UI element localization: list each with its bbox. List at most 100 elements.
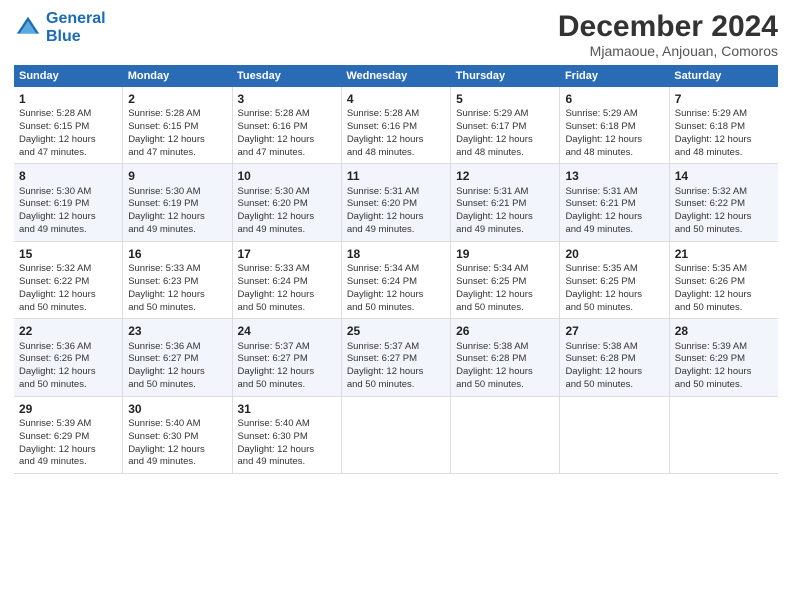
cell-info: Sunrise: 5:30 AM Sunset: 6:19 PM Dayligh… — [128, 186, 205, 235]
calendar-cell: 31Sunrise: 5:40 AM Sunset: 6:30 PM Dayli… — [232, 396, 341, 473]
day-number: 9 — [128, 168, 226, 184]
day-number: 15 — [19, 246, 117, 262]
calendar-cell: 8 Sunrise: 5:30 AM Sunset: 6:19 PM Daylig… — [14, 164, 123, 241]
day-number: 30 — [128, 401, 226, 417]
calendar-cell: 28 Sunrise: 5:39 AM Sunset: 6:29 PM Dayli… — [669, 319, 778, 396]
cell-info: Sunrise: 5:29 AM Sunset: 6:17 PM Dayligh… — [456, 108, 533, 157]
day-number: 24 — [238, 323, 336, 339]
cell-info: Sunrise: 5:35 AM Sunset: 6:25 PM Dayligh… — [565, 263, 642, 312]
cell-info: Sunrise: 5:29 AM Sunset: 6:18 PM Dayligh… — [565, 108, 642, 157]
day-number: 17 — [238, 246, 336, 262]
day-number: 28 — [675, 323, 773, 339]
logo-icon — [14, 14, 42, 42]
day-number: 12 — [456, 168, 554, 184]
week-row-2: 8 Sunrise: 5:30 AM Sunset: 6:19 PM Daylig… — [14, 164, 778, 241]
calendar-cell: 10 Sunrise: 5:30 AM Sunset: 6:20 PM Dayli… — [232, 164, 341, 241]
col-header-saturday: Saturday — [669, 65, 778, 87]
cell-info: Sunrise: 5:31 AM Sunset: 6:20 PM Dayligh… — [347, 186, 424, 235]
header: General Blue December 2024 Mjamaoue, Anj… — [14, 10, 778, 59]
day-number: 10 — [238, 168, 336, 184]
calendar-cell: 27 Sunrise: 5:38 AM Sunset: 6:28 PM Dayli… — [560, 319, 669, 396]
week-row-3: 15Sunrise: 5:32 AM Sunset: 6:22 PM Dayli… — [14, 241, 778, 318]
calendar-cell: 1Sunrise: 5:28 AM Sunset: 6:15 PM Daylig… — [14, 87, 123, 164]
cell-info: Sunrise: 5:38 AM Sunset: 6:28 PM Dayligh… — [456, 341, 533, 390]
calendar-cell — [560, 396, 669, 473]
day-number: 19 — [456, 246, 554, 262]
logo-line1: General — [46, 10, 106, 27]
calendar-cell: 14 Sunrise: 5:32 AM Sunset: 6:22 PM Dayli… — [669, 164, 778, 241]
day-number: 1 — [19, 91, 117, 107]
cell-info: Sunrise: 5:33 AM Sunset: 6:23 PM Dayligh… — [128, 263, 205, 312]
day-number: 22 — [19, 323, 117, 339]
cell-info: Sunrise: 5:28 AM Sunset: 6:16 PM Dayligh… — [238, 108, 315, 157]
calendar-cell — [341, 396, 450, 473]
cell-info: Sunrise: 5:28 AM Sunset: 6:15 PM Dayligh… — [128, 108, 205, 157]
calendar-cell: 2Sunrise: 5:28 AM Sunset: 6:15 PM Daylig… — [123, 87, 232, 164]
cell-info: Sunrise: 5:28 AM Sunset: 6:15 PM Dayligh… — [19, 108, 96, 157]
day-number: 25 — [347, 323, 445, 339]
cell-info: Sunrise: 5:31 AM Sunset: 6:21 PM Dayligh… — [565, 186, 642, 235]
calendar-cell — [669, 396, 778, 473]
calendar-cell: 6Sunrise: 5:29 AM Sunset: 6:18 PM Daylig… — [560, 87, 669, 164]
calendar-cell: 7Sunrise: 5:29 AM Sunset: 6:18 PM Daylig… — [669, 87, 778, 164]
day-number: 27 — [565, 323, 663, 339]
calendar-cell: 24 Sunrise: 5:37 AM Sunset: 6:27 PM Dayli… — [232, 319, 341, 396]
day-number: 11 — [347, 168, 445, 184]
day-number: 4 — [347, 91, 445, 107]
day-number: 21 — [675, 246, 773, 262]
title-block: December 2024 Mjamaoue, Anjouan, Comoros — [558, 10, 778, 59]
week-row-1: 1Sunrise: 5:28 AM Sunset: 6:15 PM Daylig… — [14, 87, 778, 164]
cell-info: Sunrise: 5:40 AM Sunset: 6:30 PM Dayligh… — [128, 418, 205, 467]
day-number: 5 — [456, 91, 554, 107]
col-header-tuesday: Tuesday — [232, 65, 341, 87]
cell-info: Sunrise: 5:33 AM Sunset: 6:24 PM Dayligh… — [238, 263, 315, 312]
week-row-5: 29Sunrise: 5:39 AM Sunset: 6:29 PM Dayli… — [14, 396, 778, 473]
col-header-monday: Monday — [123, 65, 232, 87]
cell-info: Sunrise: 5:36 AM Sunset: 6:26 PM Dayligh… — [19, 341, 96, 390]
cell-info: Sunrise: 5:32 AM Sunset: 6:22 PM Dayligh… — [19, 263, 96, 312]
calendar-cell: 30Sunrise: 5:40 AM Sunset: 6:30 PM Dayli… — [123, 396, 232, 473]
logo-text: General Blue — [46, 10, 106, 45]
calendar-cell: 16Sunrise: 5:33 AM Sunset: 6:23 PM Dayli… — [123, 241, 232, 318]
cell-info: Sunrise: 5:34 AM Sunset: 6:24 PM Dayligh… — [347, 263, 424, 312]
calendar-cell: 15Sunrise: 5:32 AM Sunset: 6:22 PM Dayli… — [14, 241, 123, 318]
col-header-sunday: Sunday — [14, 65, 123, 87]
calendar-cell: 20Sunrise: 5:35 AM Sunset: 6:25 PM Dayli… — [560, 241, 669, 318]
calendar-cell: 25 Sunrise: 5:37 AM Sunset: 6:27 PM Dayli… — [341, 319, 450, 396]
calendar-cell: 17Sunrise: 5:33 AM Sunset: 6:24 PM Dayli… — [232, 241, 341, 318]
logo: General Blue — [14, 10, 106, 45]
calendar-cell: 26 Sunrise: 5:38 AM Sunset: 6:28 PM Dayli… — [451, 319, 560, 396]
logo-line2: Blue — [46, 28, 81, 45]
calendar-cell: 9 Sunrise: 5:30 AM Sunset: 6:19 PM Daylig… — [123, 164, 232, 241]
day-number: 8 — [19, 168, 117, 184]
page-container: General Blue December 2024 Mjamaoue, Anj… — [0, 0, 792, 482]
calendar-cell: 29Sunrise: 5:39 AM Sunset: 6:29 PM Dayli… — [14, 396, 123, 473]
cell-info: Sunrise: 5:37 AM Sunset: 6:27 PM Dayligh… — [347, 341, 424, 390]
week-row-4: 22 Sunrise: 5:36 AM Sunset: 6:26 PM Dayli… — [14, 319, 778, 396]
cell-info: Sunrise: 5:30 AM Sunset: 6:19 PM Dayligh… — [19, 186, 96, 235]
day-number: 31 — [238, 401, 336, 417]
cell-info: Sunrise: 5:38 AM Sunset: 6:28 PM Dayligh… — [565, 341, 642, 390]
cell-info: Sunrise: 5:35 AM Sunset: 6:26 PM Dayligh… — [675, 263, 752, 312]
day-number: 14 — [675, 168, 773, 184]
day-number: 20 — [565, 246, 663, 262]
day-number: 6 — [565, 91, 663, 107]
calendar-table: SundayMondayTuesdayWednesdayThursdayFrid… — [14, 65, 778, 474]
day-number: 26 — [456, 323, 554, 339]
calendar-cell: 5Sunrise: 5:29 AM Sunset: 6:17 PM Daylig… — [451, 87, 560, 164]
cell-info: Sunrise: 5:32 AM Sunset: 6:22 PM Dayligh… — [675, 186, 752, 235]
calendar-cell: 11 Sunrise: 5:31 AM Sunset: 6:20 PM Dayli… — [341, 164, 450, 241]
cell-info: Sunrise: 5:37 AM Sunset: 6:27 PM Dayligh… — [238, 341, 315, 390]
day-number: 3 — [238, 91, 336, 107]
calendar-cell: 23Sunrise: 5:36 AM Sunset: 6:27 PM Dayli… — [123, 319, 232, 396]
calendar-cell: 12Sunrise: 5:31 AM Sunset: 6:21 PM Dayli… — [451, 164, 560, 241]
calendar-cell — [451, 396, 560, 473]
cell-info: Sunrise: 5:39 AM Sunset: 6:29 PM Dayligh… — [675, 341, 752, 390]
day-number: 29 — [19, 401, 117, 417]
cell-info: Sunrise: 5:28 AM Sunset: 6:16 PM Dayligh… — [347, 108, 424, 157]
calendar-cell: 4Sunrise: 5:28 AM Sunset: 6:16 PM Daylig… — [341, 87, 450, 164]
day-number: 13 — [565, 168, 663, 184]
cell-info: Sunrise: 5:34 AM Sunset: 6:25 PM Dayligh… — [456, 263, 533, 312]
cell-info: Sunrise: 5:30 AM Sunset: 6:20 PM Dayligh… — [238, 186, 315, 235]
calendar-cell: 13 Sunrise: 5:31 AM Sunset: 6:21 PM Dayli… — [560, 164, 669, 241]
